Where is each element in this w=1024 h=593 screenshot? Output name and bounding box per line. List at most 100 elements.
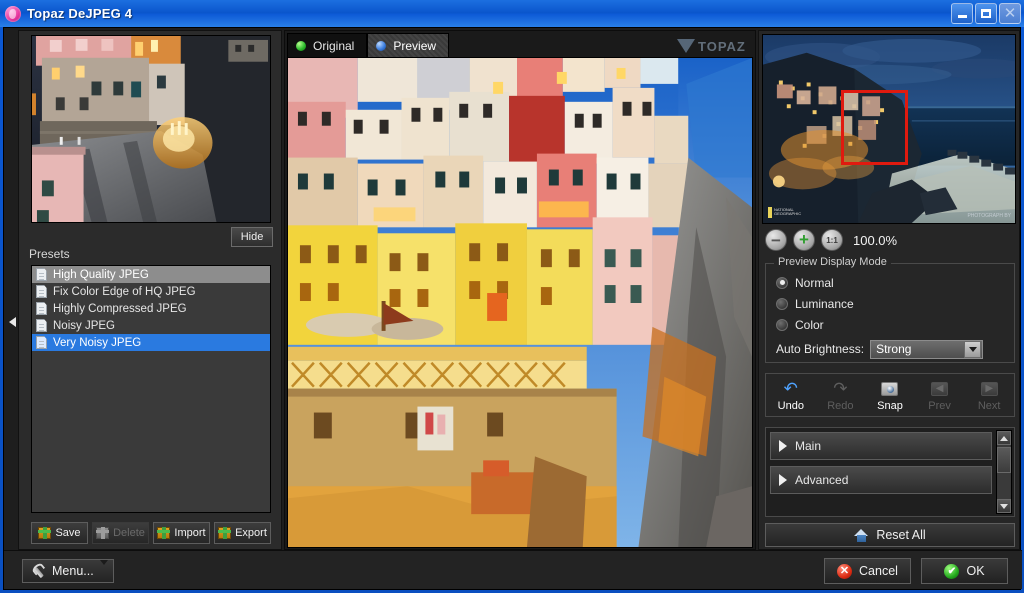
package-icon bbox=[96, 527, 110, 539]
close-button[interactable]: ✕ bbox=[999, 3, 1021, 24]
snap-button[interactable]: Snap bbox=[865, 379, 915, 412]
reset-all-label: Reset All bbox=[876, 528, 926, 542]
zoom-toolbar: − + 1:1 100.0% bbox=[765, 227, 1015, 253]
preview-image-content bbox=[288, 58, 752, 547]
hide-thumbnail-button[interactable]: Hide bbox=[231, 227, 273, 247]
zoom-in-button[interactable]: + bbox=[793, 229, 815, 251]
document-icon bbox=[36, 336, 47, 349]
save-preset-button[interactable]: Save bbox=[31, 522, 88, 544]
settings-sections: Main Advanced bbox=[765, 427, 1015, 517]
reset-all-button[interactable]: Reset All bbox=[765, 523, 1015, 547]
section-advanced[interactable]: Advanced bbox=[770, 466, 992, 494]
radio-color-label: Color bbox=[795, 317, 824, 332]
maximize-button[interactable] bbox=[975, 3, 997, 24]
tab-preview[interactable]: Preview bbox=[367, 33, 450, 57]
next-snapshot-icon: ▶ bbox=[978, 379, 1000, 399]
preset-actions: Save Delete Import Export bbox=[31, 522, 271, 544]
list-item[interactable]: Highly Compressed JPEG bbox=[32, 300, 270, 317]
document-icon bbox=[36, 268, 47, 281]
snap-label: Snap bbox=[877, 399, 903, 412]
window-controls: ✕ bbox=[951, 3, 1021, 24]
nat-geo-watermark: NATIONAL GEOGRAPHIC bbox=[768, 206, 801, 218]
navigator-thumbnail[interactable]: NATIONAL GEOGRAPHIC PHOTOGRAPH BY bbox=[762, 34, 1016, 224]
radio-icon bbox=[776, 318, 788, 331]
dialog-actions: ✕ Cancel ✔ OK bbox=[824, 558, 1008, 584]
import-preset-button[interactable]: Import bbox=[153, 522, 210, 544]
list-item[interactable]: Very Noisy JPEG bbox=[32, 334, 270, 351]
tab-original[interactable]: Original bbox=[287, 33, 368, 57]
delete-preset-button: Delete bbox=[92, 522, 149, 544]
radio-normal-label: Normal bbox=[795, 275, 834, 290]
bottom-bar: Menu... ✕ Cancel ✔ OK bbox=[4, 550, 1022, 589]
collapse-left-panel-button[interactable] bbox=[7, 313, 17, 331]
export-preset-button[interactable]: Export bbox=[214, 522, 271, 544]
history-tools: ↶ Undo ↷ Redo Snap ◀ Prev ▶ Next bbox=[766, 374, 1014, 416]
preset-label: Very Noisy JPEG bbox=[53, 336, 142, 349]
undo-button[interactable]: ↶ Undo bbox=[766, 379, 816, 412]
auto-brightness-value: Strong bbox=[876, 342, 912, 356]
preset-label: Noisy JPEG bbox=[53, 319, 115, 332]
preview-display-mode-group: Preview Display Mode Normal Luminance Co… bbox=[765, 256, 1015, 363]
prev-label: Prev bbox=[928, 399, 951, 412]
scrollbar-thumb[interactable] bbox=[997, 447, 1011, 473]
presets-label: Presets bbox=[29, 247, 70, 261]
zoom-out-button[interactable]: − bbox=[765, 229, 787, 251]
presets-list[interactable]: High Quality JPEG Fix Color Edge of HQ J… bbox=[31, 265, 271, 513]
minimize-button[interactable] bbox=[951, 3, 973, 24]
chevron-down-icon[interactable] bbox=[964, 340, 982, 358]
list-item[interactable]: Fix Color Edge of HQ JPEG bbox=[32, 283, 270, 300]
preset-label: High Quality JPEG bbox=[53, 268, 149, 281]
detail-thumbnail[interactable] bbox=[31, 35, 271, 223]
minimize-icon bbox=[957, 15, 967, 18]
package-icon bbox=[218, 527, 232, 539]
topaz-dejpeg-window: Topaz DeJPEG 4 ✕ Hide Presets High Quali… bbox=[0, 0, 1024, 593]
prev-snapshot-button: ◀ Prev bbox=[915, 379, 965, 412]
next-snapshot-button: ▶ Next bbox=[964, 379, 1014, 412]
scroll-up-button[interactable] bbox=[997, 431, 1011, 445]
list-item[interactable]: Noisy JPEG bbox=[32, 317, 270, 334]
chevron-right-icon bbox=[779, 440, 787, 452]
auto-brightness-select[interactable]: Strong bbox=[870, 339, 984, 359]
plus-icon: + bbox=[799, 230, 809, 249]
tab-original-label: Original bbox=[313, 38, 355, 53]
redo-label: Redo bbox=[827, 399, 854, 412]
sections-inner: Main Advanced bbox=[770, 432, 992, 500]
natgeo-frame-icon bbox=[768, 206, 772, 218]
auto-brightness-label: Auto Brightness: bbox=[776, 342, 865, 356]
import-preset-label: Import bbox=[174, 527, 206, 539]
navigator-view-rectangle[interactable] bbox=[841, 90, 908, 165]
section-advanced-label: Advanced bbox=[795, 473, 849, 487]
minus-icon: − bbox=[771, 230, 781, 250]
menu-button[interactable]: Menu... bbox=[22, 559, 114, 583]
one-to-one-icon: 1:1 bbox=[826, 235, 838, 245]
actual-size-button[interactable]: 1:1 bbox=[821, 229, 843, 251]
package-icon bbox=[157, 527, 171, 539]
document-icon bbox=[36, 285, 47, 298]
chevron-down-icon[interactable] bbox=[100, 560, 108, 579]
package-icon bbox=[38, 527, 52, 539]
close-x-icon: ✕ bbox=[837, 563, 853, 579]
list-item[interactable]: High Quality JPEG bbox=[32, 266, 270, 283]
title-bar: Topaz DeJPEG 4 ✕ bbox=[0, 0, 1024, 27]
save-preset-label: Save bbox=[55, 527, 81, 539]
radio-normal[interactable]: Normal bbox=[766, 272, 1014, 293]
center-panel: Original Preview TOPAZ bbox=[284, 30, 756, 550]
chevron-right-icon bbox=[779, 474, 787, 486]
window-title: Topaz DeJPEG 4 bbox=[27, 6, 133, 21]
radio-color[interactable]: Color bbox=[766, 314, 1014, 335]
blue-dot-icon bbox=[376, 40, 387, 51]
main-preview-image[interactable] bbox=[287, 57, 753, 548]
scroll-down-button[interactable] bbox=[997, 499, 1011, 513]
redo-arrow-icon: ↷ bbox=[833, 379, 848, 398]
app-icon bbox=[5, 5, 21, 22]
section-main[interactable]: Main bbox=[770, 432, 992, 460]
ok-button[interactable]: ✔ OK bbox=[921, 558, 1008, 584]
sections-scrollbar[interactable] bbox=[996, 430, 1012, 514]
maximize-icon bbox=[981, 9, 991, 18]
radio-luminance[interactable]: Luminance bbox=[766, 293, 1014, 314]
undo-arrow-icon: ↶ bbox=[783, 379, 798, 398]
topaz-wordmark: TOPAZ bbox=[698, 38, 746, 54]
cancel-button[interactable]: ✕ Cancel bbox=[824, 558, 911, 584]
diamond-icon bbox=[677, 39, 695, 53]
natgeo-text: NATIONAL GEOGRAPHIC bbox=[774, 207, 802, 216]
